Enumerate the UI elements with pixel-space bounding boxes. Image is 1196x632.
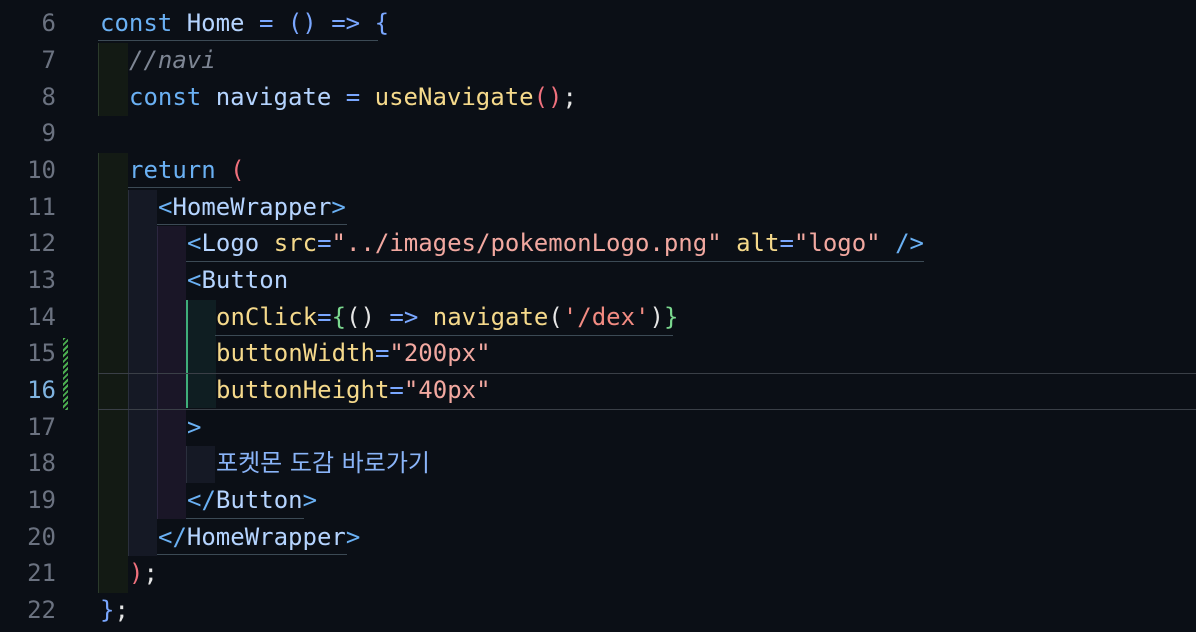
code-line-11[interactable]: <HomeWrapper> [158, 189, 346, 226]
line-number: 14 [27, 303, 56, 331]
line-number: 13 [27, 266, 56, 294]
tag-name: HomeWrapper [186, 523, 346, 551]
punctuation: /> [880, 229, 924, 257]
punctuation: > [345, 523, 361, 551]
punctuation: { [331, 303, 347, 331]
punctuation: > [302, 486, 318, 514]
punctuation: ) [129, 559, 144, 587]
code-line-7[interactable]: //navi [129, 42, 216, 79]
code-line-22[interactable]: }; [100, 592, 129, 629]
line-number: 17 [27, 413, 56, 441]
function-name: useNavigate [374, 83, 534, 111]
attribute-name: alt [736, 229, 780, 257]
code-line-21[interactable]: ); [129, 555, 158, 592]
punctuation: } [663, 303, 679, 331]
attribute-name: buttonHeight [216, 376, 390, 404]
identifier: navigate [215, 83, 332, 111]
code-line-15[interactable]: buttonWidth="200px" [216, 335, 491, 372]
string: "200px" [389, 339, 491, 367]
line-number-active: 16 [27, 376, 56, 404]
line-number: 20 [27, 523, 56, 551]
line-number: 6 [41, 9, 56, 37]
code-line-8[interactable]: const navigate = useNavigate(); [129, 79, 577, 116]
operator: => [374, 303, 433, 331]
punctuation: () [287, 9, 317, 37]
jsx-text: 포켓몬 도감 바로가기 [216, 449, 430, 477]
punctuation: ; [562, 83, 577, 111]
line-number: 11 [27, 193, 56, 221]
tag-name: HomeWrapper [172, 193, 332, 221]
line-number: 10 [27, 156, 56, 184]
line-number: 7 [41, 46, 56, 74]
operator: = [779, 229, 794, 257]
identifier: Home [186, 9, 245, 37]
line-number: 21 [27, 559, 56, 587]
punctuation: () [346, 303, 375, 331]
line-number: 12 [27, 229, 56, 257]
line-number: 19 [27, 486, 56, 514]
string: "logo" [793, 229, 881, 257]
operator: => [316, 9, 375, 37]
keyword: return [129, 156, 216, 184]
keyword: const [129, 83, 202, 111]
punctuation: </ [187, 486, 216, 514]
code-line-14[interactable]: onClick={() => navigate('/dex')} [216, 299, 678, 336]
punctuation: ( [215, 156, 245, 184]
punctuation: ) [649, 303, 664, 331]
code-line-18[interactable]: 포켓몬 도감 바로가기 [216, 445, 430, 482]
code-line-6[interactable]: const Home = () => { [100, 5, 389, 42]
punctuation: < [187, 266, 202, 294]
line-number: 18 [27, 449, 56, 477]
code-line-19[interactable]: </Button> [187, 482, 317, 519]
attribute-name: onClick [216, 303, 318, 331]
string: "../images/pokemonLogo.png" [331, 229, 722, 257]
code-line-13[interactable]: <Button [187, 262, 288, 299]
keyword: const [100, 9, 173, 37]
code-line-12[interactable]: <Logo src="../images/pokemonLogo.png" al… [187, 225, 924, 262]
punctuation: > [331, 193, 346, 221]
line-number: 9 [41, 119, 56, 147]
indent-guide [186, 446, 215, 483]
function-name: navigate [432, 303, 549, 331]
line-number-gutter: 6 7 8 9 10 11 12 13 14 15 16 17 18 19 20… [0, 0, 70, 632]
punctuation: ; [114, 596, 129, 624]
bracket-underline [98, 40, 378, 41]
bracket-underline [128, 187, 232, 188]
operator: = [374, 339, 390, 367]
tag-name: Button [201, 266, 289, 294]
operator: = [331, 83, 375, 111]
tag-name: Logo [201, 229, 260, 257]
punctuation: () [533, 83, 563, 111]
code-line-20[interactable]: </HomeWrapper> [158, 519, 360, 556]
attribute-name: buttonWidth [216, 339, 375, 367]
punctuation: ( [548, 303, 563, 331]
code-editor[interactable]: 6 7 8 9 10 11 12 13 14 15 16 17 18 19 20… [0, 0, 1196, 632]
punctuation: > [187, 413, 202, 441]
punctuation: < [158, 193, 173, 221]
punctuation: < [187, 229, 202, 257]
punctuation: ; [143, 559, 158, 587]
bracket-underline [157, 554, 347, 555]
comment: //navi [129, 46, 216, 74]
git-modified-marker[interactable] [63, 338, 68, 410]
attribute-name: src [273, 229, 318, 257]
code-line-16[interactable]: buttonHeight="40px" [216, 372, 491, 409]
operator: = [389, 376, 404, 404]
operator: = [317, 303, 332, 331]
line-number: 15 [27, 339, 56, 367]
string: '/dex' [562, 303, 650, 331]
punctuation: </ [158, 523, 187, 551]
bracket-underline [186, 261, 924, 262]
indent-guide [98, 43, 128, 116]
line-number: 8 [41, 83, 56, 111]
code-line-17[interactable]: > [187, 409, 201, 446]
line-number: 22 [27, 596, 56, 624]
operator: = [317, 229, 332, 257]
operator: = [244, 9, 288, 37]
code-line-10[interactable]: return ( [129, 152, 245, 189]
punctuation: } [100, 596, 115, 624]
string: "40px" [403, 376, 491, 404]
tag-name: Button [215, 486, 303, 514]
punctuation: { [374, 9, 390, 37]
